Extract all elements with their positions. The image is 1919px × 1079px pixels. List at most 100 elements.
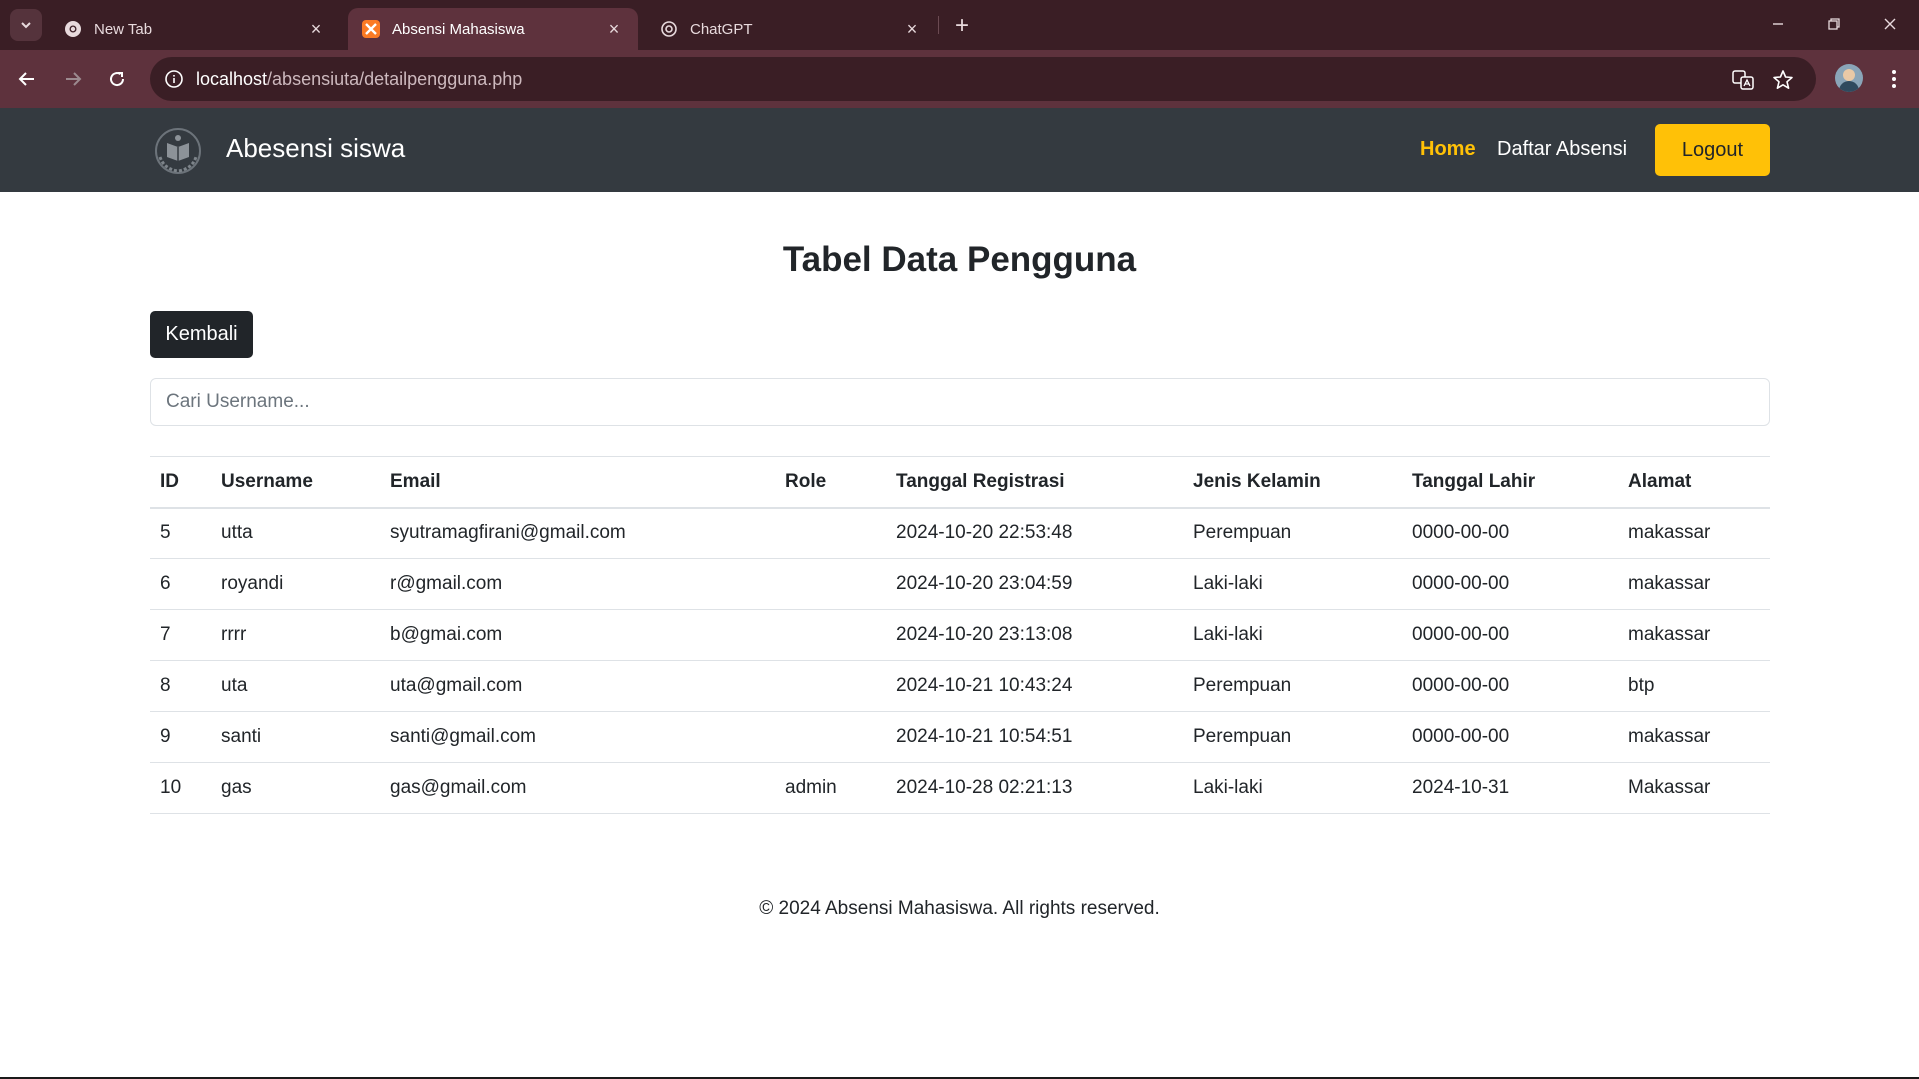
close-icon[interactable]: × [306,19,326,39]
cell-tanggal-lahir: 2024-10-31 [1402,762,1618,814]
address-bar[interactable]: localhost/absensiuta/detailpengguna.php [150,57,1816,101]
translate-icon[interactable] [1730,67,1756,93]
cell-id: 8 [150,660,211,712]
arrow-left-icon [18,72,34,86]
cell-alamat: makassar [1618,507,1770,559]
reload-icon [110,72,125,87]
cell-registrasi: 2024-10-20 23:13:08 [886,609,1183,661]
cell-alamat: makassar [1618,711,1770,763]
bookmark-star-icon[interactable] [1770,67,1796,93]
col-header-id: ID [150,456,211,509]
cell-email: uta@gmail.com [380,660,775,712]
nav-link-daftar-absensi[interactable]: Daftar Absensi [1497,138,1627,161]
table-row: 5 utta syutramagfirani@gmail.com 2024-10… [150,507,1770,559]
nav-link-home[interactable]: Home [1420,138,1476,161]
cell-alamat: makassar [1618,609,1770,661]
cell-role [775,558,886,610]
table-header: ID Username Email Role Tanggal Registras… [150,456,1770,509]
cell-id: 7 [150,609,211,661]
openai-icon [660,20,678,38]
cell-registrasi: 2024-10-20 23:04:59 [886,558,1183,610]
cell-email: santi@gmail.com [380,711,775,763]
forward-button[interactable] [57,63,89,95]
cell-email: syutramagfirani@gmail.com [380,507,775,559]
cell-tanggal-lahir: 0000-00-00 [1402,558,1618,610]
window-close-button[interactable] [1862,0,1918,48]
page-title: Tabel Data Pengguna [782,240,1137,279]
cell-role [775,660,886,712]
tab-chatgpt[interactable]: ChatGPT × [646,8,936,50]
reload-button[interactable] [101,63,133,95]
tab-absensi-mahasiswa[interactable]: Absensi Mahasiswa × [348,8,638,50]
cell-registrasi: 2024-10-21 10:43:24 [886,660,1183,712]
site-info-icon[interactable] [160,65,188,93]
cell-registrasi: 2024-10-21 10:54:51 [886,711,1183,763]
cell-email: gas@gmail.com [380,762,775,814]
cell-alamat: btp [1618,660,1770,712]
close-icon [1884,18,1896,30]
cell-tanggal-lahir: 0000-00-00 [1402,609,1618,661]
table-row: 9 santi santi@gmail.com 2024-10-21 10:54… [150,711,1770,763]
table-body: 5 utta syutramagfirani@gmail.com 2024-10… [150,507,1770,814]
restore-icon [1828,18,1840,30]
table-row: 8 uta uta@gmail.com 2024-10-21 10:43:24 … [150,660,1770,712]
cell-jenis-kelamin: Perempuan [1183,660,1402,712]
cell-jenis-kelamin: Laki-laki [1183,609,1402,661]
url-text[interactable]: localhost/absensiuta/detailpengguna.php [196,69,522,90]
browser-toolbar: localhost/absensiuta/detailpengguna.php [0,50,1919,108]
cell-role [775,507,886,559]
table-row: 10 gas gas@gmail.com admin 2024-10-28 02… [150,762,1770,814]
minimize-button[interactable] [1750,0,1806,48]
cell-username: santi [211,711,380,763]
chevron-down-icon [21,22,31,29]
cell-alamat: Makassar [1618,762,1770,814]
cell-id: 5 [150,507,211,559]
tab-search-button[interactable] [10,9,42,41]
restore-button[interactable] [1806,0,1862,48]
cell-registrasi: 2024-10-20 22:53:48 [886,507,1183,559]
cell-role [775,711,886,763]
brand-title[interactable]: Abesensi siswa [226,133,405,164]
col-header-tanggal-lahir: Tanggal Lahir [1402,456,1618,509]
school-logo-icon[interactable] [150,127,206,175]
plus-icon: + [954,12,969,39]
cell-registrasi: 2024-10-28 02:21:13 [886,762,1183,814]
cell-tanggal-lahir: 0000-00-00 [1402,660,1618,712]
cell-jenis-kelamin: Perempuan [1183,507,1402,559]
search-username-input[interactable] [150,378,1770,426]
tab-title: New Tab [94,20,153,38]
table-header-row: ID Username Email Role Tanggal Registras… [150,456,1770,509]
cell-role [775,609,886,661]
cell-alamat: makassar [1618,558,1770,610]
back-button[interactable] [11,63,43,95]
chrome-icon [64,20,82,38]
cell-jenis-kelamin: Perempuan [1183,711,1402,763]
logout-button[interactable]: Logout [1655,124,1770,176]
cell-id: 9 [150,711,211,763]
cell-tanggal-lahir: 0000-00-00 [1402,507,1618,559]
cell-username: rrrr [211,609,380,661]
cell-username: royandi [211,558,380,610]
col-header-role: Role [775,456,886,509]
col-header-jenis-kelamin: Jenis Kelamin [1183,456,1402,509]
cell-jenis-kelamin: Laki-laki [1183,558,1402,610]
col-header-registrasi: Tanggal Registrasi [886,456,1183,509]
close-icon[interactable]: × [604,19,624,39]
avatar-body [1839,81,1859,92]
new-tab-button[interactable]: + [948,12,976,40]
more-vertical-icon [1892,70,1896,88]
close-icon[interactable]: × [902,19,922,39]
url-host: localhost [196,69,268,89]
back-button-kembali[interactable]: Kembali [150,311,253,358]
profile-avatar[interactable] [1835,64,1863,92]
cell-username: gas [211,762,380,814]
tab-new-tab[interactable]: New Tab × [50,8,340,50]
arrow-right-icon [66,72,82,86]
avatar-head [1843,69,1855,81]
table-row: 6 royandi r@gmail.com 2024-10-20 23:04:5… [150,558,1770,610]
site-navbar: Abesensi siswa Home Daftar Absensi Logou… [0,108,1919,192]
browser-menu-button[interactable] [1880,63,1908,95]
cell-id: 6 [150,558,211,610]
cell-jenis-kelamin: Laki-laki [1183,762,1402,814]
col-header-alamat: Alamat [1618,456,1770,509]
